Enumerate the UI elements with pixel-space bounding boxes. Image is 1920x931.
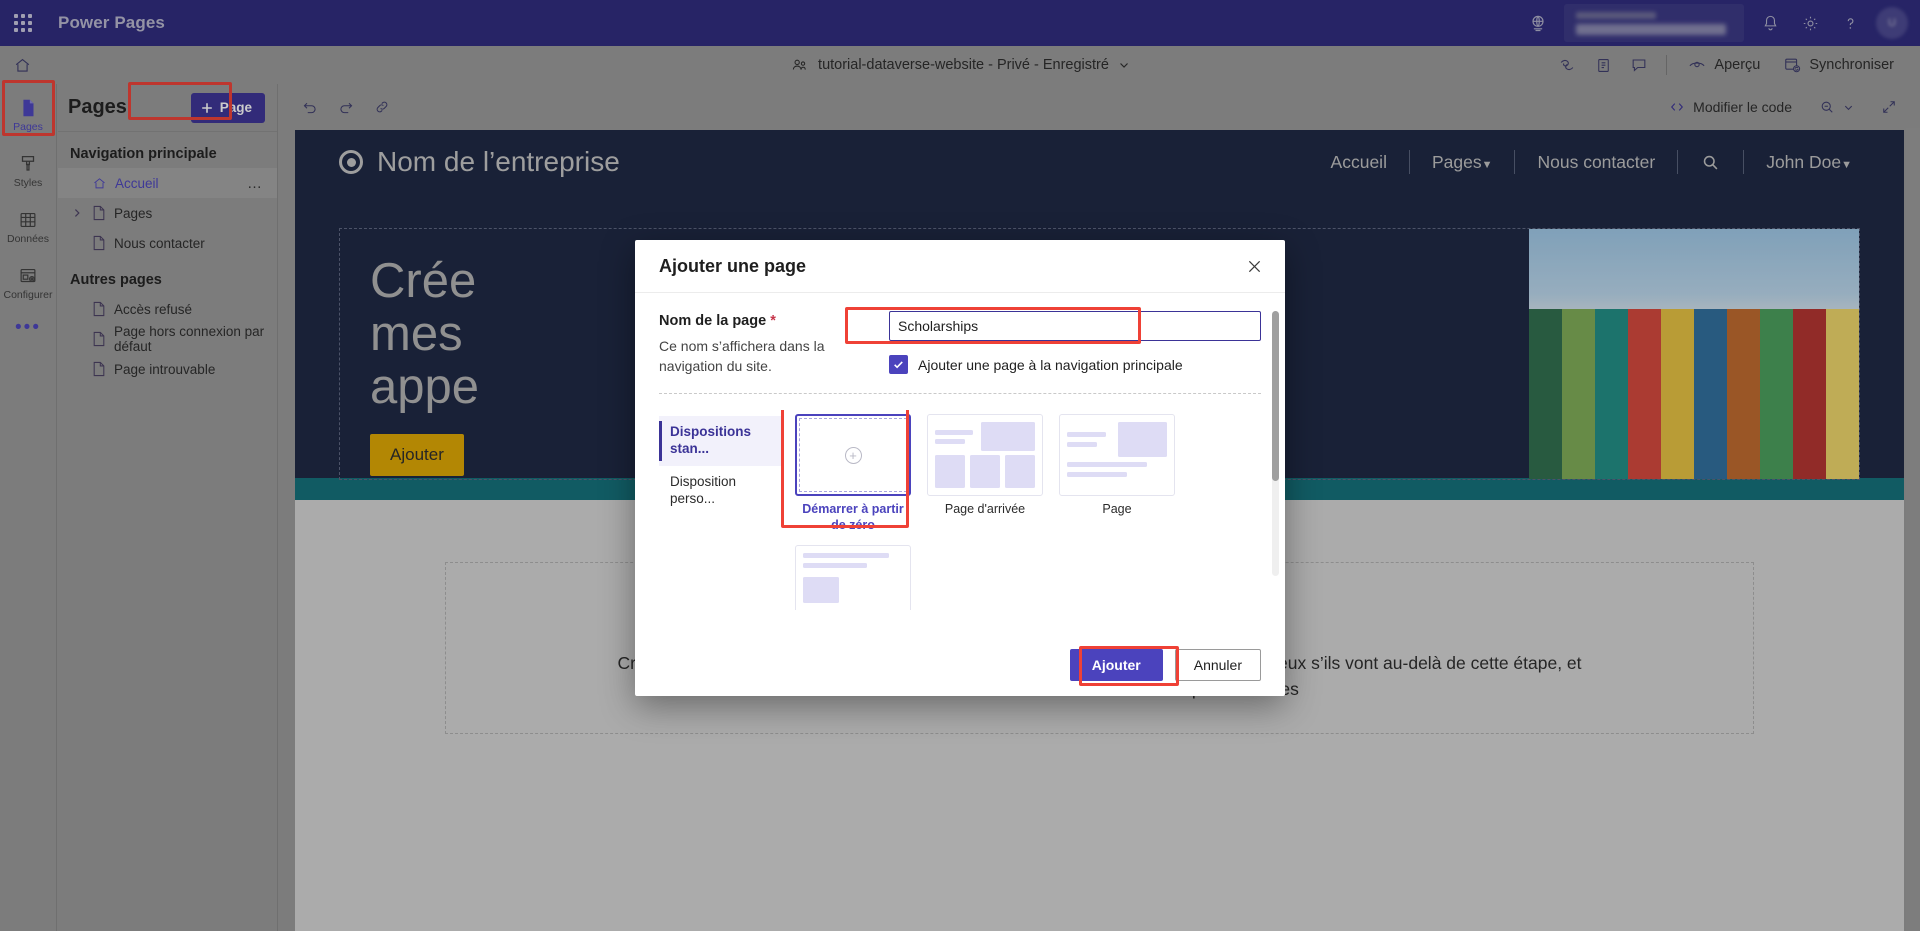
layout-tile-page[interactable]: Page bbox=[1059, 414, 1175, 533]
page-name-input-col: Ajouter une page à la navigation princip… bbox=[889, 311, 1261, 376]
dialog-footer: Ajouter Annuler bbox=[635, 634, 1285, 696]
layout-picker: Dispositions stan... Disposition perso..… bbox=[659, 410, 1261, 610]
layout-scrollbar-thumb[interactable] bbox=[1272, 311, 1279, 481]
layout-tab-list: Dispositions stan... Disposition perso..… bbox=[659, 410, 781, 610]
page-name-label: Nom de la page * bbox=[659, 313, 869, 329]
add-to-main-nav-row[interactable]: Ajouter une page à la navigation princip… bbox=[889, 355, 1261, 374]
checkmark-icon bbox=[892, 358, 905, 371]
add-to-main-nav-checkbox[interactable] bbox=[889, 355, 908, 374]
cancel-button[interactable]: Annuler bbox=[1175, 649, 1261, 681]
layout-tile-landing[interactable]: Page d'arrivée bbox=[927, 414, 1043, 533]
close-x-icon[interactable] bbox=[1239, 251, 1269, 281]
add-to-main-nav-label: Ajouter une page à la navigation princip… bbox=[918, 357, 1183, 373]
page-name-input[interactable] bbox=[889, 311, 1261, 341]
required-asterisk: * bbox=[770, 313, 776, 329]
app-root: Power Pages Environment Version d'évalua… bbox=[0, 0, 1920, 931]
page-name-field-row: Nom de la page * Ce nom s’affichera dans… bbox=[659, 311, 1261, 376]
layout-thumb-blank: + bbox=[795, 414, 911, 496]
page-name-label-text: Nom de la page bbox=[659, 313, 766, 329]
add-page-dialog: Ajouter une page Nom de la page * Ce nom… bbox=[635, 240, 1285, 696]
page-name-hint: Ce nom s’affichera dans la navigation du… bbox=[659, 337, 869, 376]
tab-disposition-personnalisee[interactable]: Disposition perso... bbox=[659, 466, 781, 516]
layout-thumb-article bbox=[795, 545, 911, 610]
layout-thumb-landing bbox=[927, 414, 1043, 496]
add-button[interactable]: Ajouter bbox=[1070, 649, 1163, 681]
layout-thumb-page bbox=[1059, 414, 1175, 496]
dialog-title: Ajouter une page bbox=[659, 256, 806, 277]
layout-tile-label: Démarrer à partir de zéro bbox=[795, 502, 911, 533]
page-name-label-col: Nom de la page * Ce nom s’affichera dans… bbox=[659, 311, 869, 376]
plus-circle-icon: + bbox=[845, 447, 862, 464]
layout-scrollbar[interactable] bbox=[1272, 311, 1279, 576]
dialog-header: Ajouter une page bbox=[635, 240, 1285, 293]
dialog-divider bbox=[659, 393, 1261, 394]
layout-tile-grid: + Démarrer à partir de zéro bbox=[781, 410, 1261, 610]
dialog-body: Nom de la page * Ce nom s’affichera dans… bbox=[635, 293, 1285, 634]
layout-tile-label: Page bbox=[1059, 502, 1175, 518]
layout-tile-label: Page d'arrivée bbox=[927, 502, 1043, 518]
tab-dispositions-standard[interactable]: Dispositions stan... bbox=[659, 416, 781, 466]
layout-tile-article[interactable] bbox=[795, 545, 911, 610]
layout-tile-blank[interactable]: + Démarrer à partir de zéro bbox=[795, 414, 911, 533]
